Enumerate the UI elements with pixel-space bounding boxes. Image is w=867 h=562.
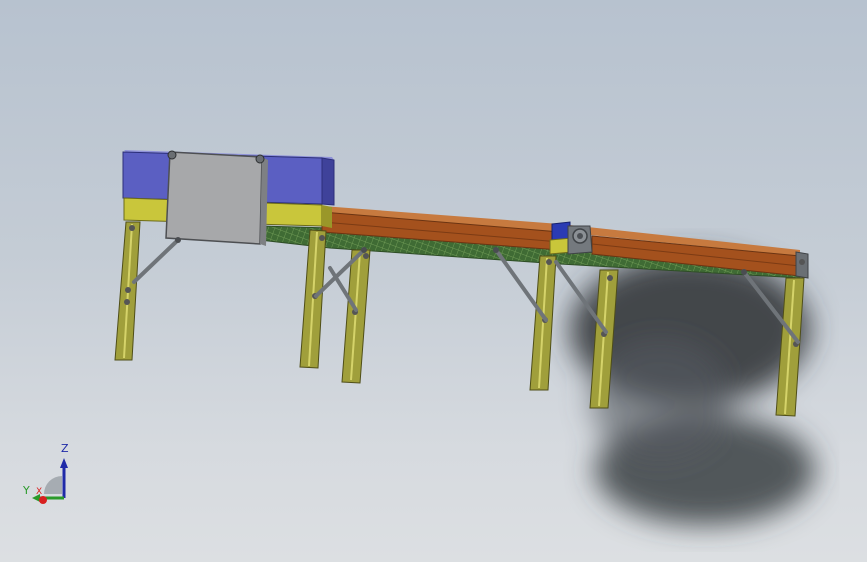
leg-4	[529, 255, 557, 391]
cad-viewport[interactable]	[0, 0, 867, 562]
axis-x-label: X	[36, 487, 43, 497]
leg-3	[341, 249, 371, 384]
leg-1	[114, 221, 141, 361]
axis-z-label: Z	[61, 442, 69, 455]
drive-motor	[549, 221, 593, 255]
axis-triad-icon	[32, 458, 68, 504]
leg-2	[299, 229, 327, 369]
axis-y-label: Y	[23, 484, 30, 497]
